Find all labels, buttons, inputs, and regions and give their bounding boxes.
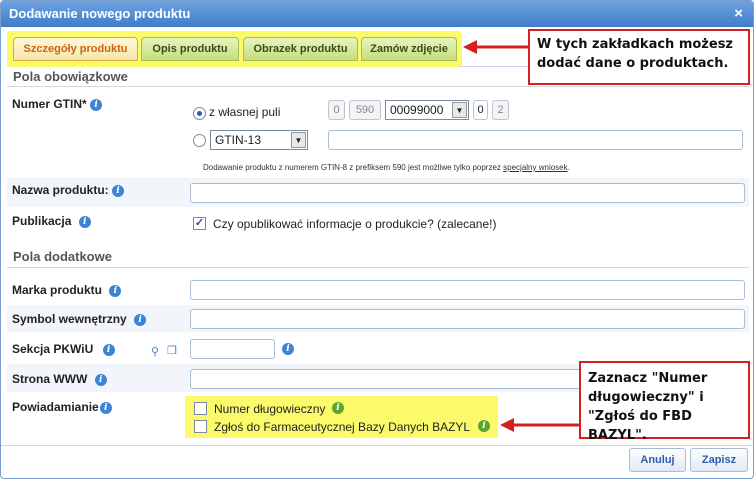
info-icon[interactable]: i: [478, 420, 490, 432]
dialog-title-bar: Dodawanie nowego produktu ×: [1, 1, 753, 27]
brand-input[interactable]: [190, 280, 745, 300]
gtin-pool-select[interactable]: 00099000 ▼: [385, 100, 469, 120]
info-icon[interactable]: i: [332, 402, 344, 414]
chevron-down-icon: ▼: [452, 102, 467, 118]
gtin-type-select[interactable]: GTIN-13 ▼: [210, 130, 308, 150]
publication-label: Publikacja i: [12, 214, 91, 228]
tab-product-image[interactable]: Obrazek produktu: [243, 37, 358, 61]
long-life-label: Numer długowieczny: [214, 402, 326, 416]
gtin-note: Dodawanie produktu z numerem GTIN-8 z pr…: [203, 163, 570, 172]
www-input[interactable]: [190, 369, 586, 389]
info-icon[interactable]: i: [102, 343, 115, 356]
brand-label: Marka produktu i: [12, 283, 122, 297]
info-icon[interactable]: i: [99, 401, 112, 414]
internal-symbol-label: Symbol wewnętrzny i: [12, 312, 147, 326]
gtin-type-radio[interactable]: [193, 134, 206, 147]
internal-symbol-input[interactable]: [190, 309, 745, 329]
gtin-segment-4: 2: [492, 100, 509, 120]
save-button[interactable]: Zapisz: [690, 448, 748, 472]
bazyl-checkbox[interactable]: [194, 420, 207, 433]
section-divider: [7, 86, 749, 87]
footer-divider: [1, 445, 753, 446]
info-icon[interactable]: i: [134, 313, 147, 326]
info-icon[interactable]: i: [78, 215, 91, 228]
pkwiu-input[interactable]: [190, 339, 275, 359]
info-icon[interactable]: i: [112, 184, 125, 197]
www-label: Strona WWW i: [12, 372, 107, 386]
info-icon[interactable]: i: [109, 284, 122, 297]
bazyl-label: Zgłoś do Farmaceutycznej Bazy Danych BAZ…: [214, 420, 471, 434]
copy-icon[interactable]: ❐: [167, 344, 177, 357]
close-icon[interactable]: ×: [734, 5, 743, 22]
tabs-callout: W tych zakładkach możesz dodać dane o pr…: [528, 29, 750, 85]
dialog-title: Dodawanie nowego produktu: [9, 6, 191, 21]
tab-product-details[interactable]: Szczegóły produktu: [13, 37, 138, 61]
gtin-own-pool-radio[interactable]: [193, 107, 206, 120]
info-icon[interactable]: i: [282, 343, 294, 355]
long-life-checkbox[interactable]: [194, 402, 207, 415]
gtin-own-pool-label: z własnej puli: [209, 105, 281, 119]
cancel-button[interactable]: Anuluj: [629, 448, 686, 472]
tab-product-description[interactable]: Opis produktu: [141, 37, 239, 61]
info-icon[interactable]: i: [94, 373, 107, 386]
gtin-label: Numer GTIN* i: [12, 97, 103, 111]
pkwiu-label: Sekcja PKWiU i: [12, 342, 115, 356]
product-name-input[interactable]: [190, 183, 745, 203]
tab-order-photo[interactable]: Zamów zdjęcie: [361, 37, 457, 61]
gtin-number-input[interactable]: [328, 130, 743, 150]
gtin-segment-2: 590: [349, 100, 381, 120]
section-required-title: Pola obowiązkowe: [13, 69, 128, 84]
red-arrow-icon: [463, 40, 529, 54]
checkbox-callout: Zaznacz "Numer długowieczny" i "Zgłoś do…: [579, 361, 750, 443]
product-name-label: Nazwa produktu: i: [12, 183, 125, 197]
magnifier-icon[interactable]: ⚲: [151, 345, 159, 358]
gtin-segment-1: 0: [328, 100, 345, 120]
add-product-dialog: Dodawanie nowego produktu × Szczegóły pr…: [0, 0, 754, 479]
notifications-label: Powiadamianie i: [12, 400, 112, 414]
info-icon[interactable]: i: [90, 98, 103, 111]
publication-checkbox-label: Czy opublikować informacje o produkcie? …: [213, 217, 497, 231]
gtin-segment-3: 0: [473, 100, 488, 120]
red-arrow-icon: [500, 418, 580, 432]
special-request-link[interactable]: specjalny wniosek: [503, 163, 567, 172]
section-divider: [7, 267, 749, 268]
publication-checkbox[interactable]: ✓: [193, 217, 206, 230]
chevron-down-icon: ▼: [291, 132, 306, 148]
section-additional-title: Pola dodatkowe: [13, 249, 112, 264]
